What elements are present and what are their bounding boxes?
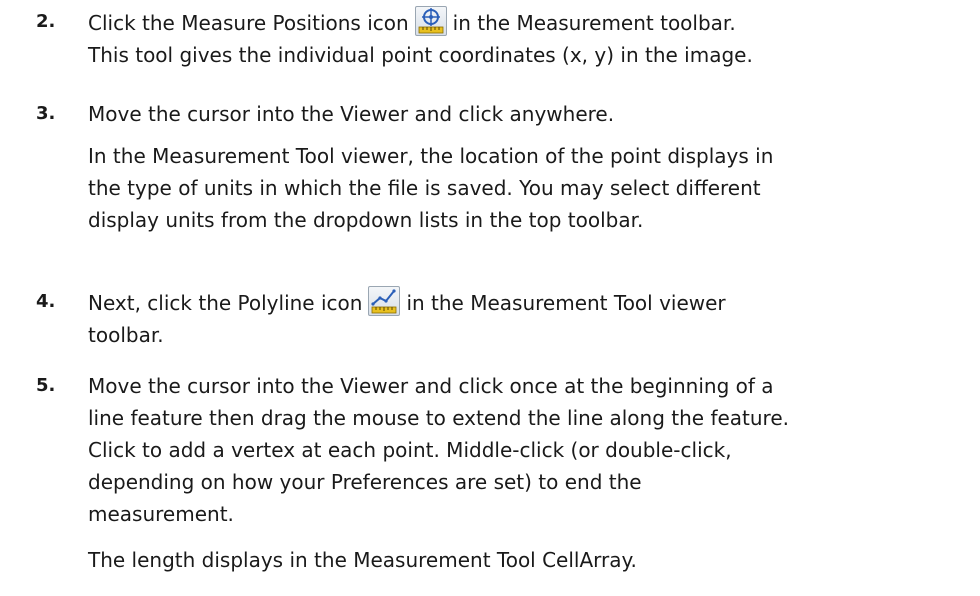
step-text: Next, click the Polyline icon bbox=[88, 291, 363, 315]
step-line: line feature then drag the mouse to exte… bbox=[88, 406, 790, 430]
polyline-icon bbox=[368, 286, 401, 316]
step-number: 5. bbox=[36, 375, 56, 396]
step-line: Move the cursor into the Viewer and clic… bbox=[88, 374, 774, 398]
step-body: Move the cursor into the Viewer and clic… bbox=[88, 98, 966, 236]
step-number: 4. bbox=[36, 291, 56, 312]
step-text: in the Measurement toolbar. bbox=[452, 11, 736, 35]
step-line: Click to add a vertex at each point. Mid… bbox=[88, 438, 732, 462]
step-body: Next, click the Polyline icon in the Mea… bbox=[88, 286, 966, 351]
note-line: the type of units in which the file is s… bbox=[88, 176, 761, 200]
step-note: The length displays in the Measurement T… bbox=[88, 544, 966, 576]
step-number: 2. bbox=[36, 11, 56, 32]
note-line: display units from the dropdown lists in… bbox=[88, 208, 644, 232]
step-line: Next, click the Polyline icon in the Mea… bbox=[88, 286, 966, 319]
step-line: Move the cursor into the Viewer and clic… bbox=[88, 102, 615, 126]
step-line: toolbar. bbox=[88, 323, 164, 347]
step-body: Move the cursor into the Viewer and clic… bbox=[88, 370, 966, 576]
step-number: 3. bbox=[36, 103, 56, 124]
step-line: depending on how your Preferences are se… bbox=[88, 470, 642, 494]
step-note: In the Measurement Tool viewer, the loca… bbox=[88, 140, 966, 236]
step-line: This tool gives the individual point coo… bbox=[88, 43, 753, 67]
instructions-page: 2. Click the Measure Positions icon in t bbox=[0, 0, 980, 596]
measure-positions-icon bbox=[414, 6, 447, 36]
step-text: Click the Measure Positions icon bbox=[88, 11, 409, 35]
note-line: The length displays in the Measurement T… bbox=[88, 548, 637, 572]
step-body: Click the Measure Positions icon in the … bbox=[88, 6, 966, 71]
step-text: in the Measurement Tool viewer bbox=[406, 291, 726, 315]
note-line: In the Measurement Tool viewer, the loca… bbox=[88, 144, 774, 168]
step-line: Click the Measure Positions icon in the … bbox=[88, 6, 966, 39]
step-line: measurement. bbox=[88, 502, 234, 526]
